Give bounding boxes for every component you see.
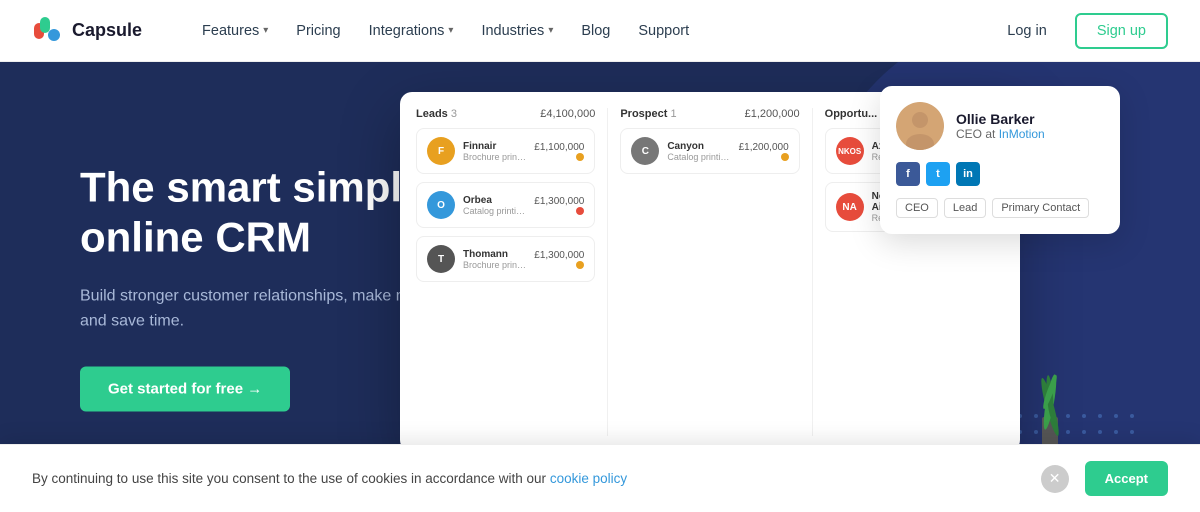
profile-role: CEO at InMotion [956,127,1045,141]
tag-ceo: CEO [896,198,938,218]
tag-lead: Lead [944,198,986,218]
cookie-text: By continuing to use this site you conse… [32,471,1025,486]
linkedin-icon[interactable]: in [956,162,980,186]
profile-card: Ollie Barker CEO at InMotion f t in CEO … [880,86,1120,234]
twitter-icon[interactable]: t [926,162,950,186]
logo-text: Capsule [72,20,142,41]
dot [1098,430,1102,434]
dot [1114,414,1118,418]
chevron-down-icon: ▾ [263,25,268,36]
nav-links: Features ▾ Pricing Integrations ▾ Indust… [190,15,995,47]
leads-label: Leads 3 [416,108,457,120]
crm-card[interactable]: C Canyon Catalog printing contrac... £1,… [620,128,799,174]
nav-industries[interactable]: Industries ▾ [469,15,565,47]
status-dot [576,153,584,161]
logo[interactable]: Capsule [32,15,142,47]
avatar: T [427,245,455,273]
prospect-label: Prospect 1 [620,108,676,120]
dot [1114,430,1118,434]
cta-button[interactable]: Get started for free → [80,366,290,411]
dot [1082,414,1086,418]
crm-card[interactable]: O Orbea Catalog printing contrac... £1,3… [416,182,595,228]
facebook-icon[interactable]: f [896,162,920,186]
status-dot [576,207,584,215]
profile-social: f t in [896,162,1104,186]
cookie-policy-link[interactable]: cookie policy [550,471,627,486]
hero-section: The smart simple online CRM Build strong… [0,62,1200,512]
opportunity-label: Opportu... [825,108,878,120]
leads-amount: £4,100,000 [540,108,595,120]
chevron-down-icon: ▾ [548,25,553,36]
nav-integrations[interactable]: Integrations ▾ [357,15,466,47]
nav-blog[interactable]: Blog [569,15,622,47]
avatar: C [631,137,659,165]
status-dot [576,261,584,269]
avatar: NKOS [836,137,864,165]
nav-support[interactable]: Support [626,15,701,47]
cookie-close-button[interactable]: ✕ [1041,465,1069,493]
nav-auth: Log in Sign up [995,13,1168,49]
dot [1130,414,1134,418]
dot [1098,414,1102,418]
crm-card[interactable]: T Thomann Brochure printing contrac... £… [416,236,595,282]
status-dot [781,153,789,161]
dot [1082,430,1086,434]
chevron-down-icon: ▾ [448,25,453,36]
avatar [896,102,944,150]
logo-icon [32,15,64,47]
profile-tags: CEO Lead Primary Contact [896,198,1104,218]
dot [1130,430,1134,434]
profile-name: Ollie Barker [956,111,1045,127]
prospect-amount: £1,200,000 [745,108,800,120]
cookie-banner: By continuing to use this site you conse… [0,444,1200,512]
cookie-accept-button[interactable]: Accept [1085,461,1168,496]
login-button[interactable]: Log in [995,15,1059,47]
nav-pricing[interactable]: Pricing [284,15,352,47]
tag-primary-contact: Primary Contact [992,198,1089,218]
crm-card[interactable]: F Finnair Brochure printing contrac... £… [416,128,595,174]
navbar: Capsule Features ▾ Pricing Integrations … [0,0,1200,62]
signup-button[interactable]: Sign up [1075,13,1168,49]
avatar: NA [836,193,864,221]
company-link[interactable]: InMotion [999,127,1045,141]
avatar: O [427,191,455,219]
avatar: F [427,137,455,165]
nav-features[interactable]: Features ▾ [190,15,280,47]
